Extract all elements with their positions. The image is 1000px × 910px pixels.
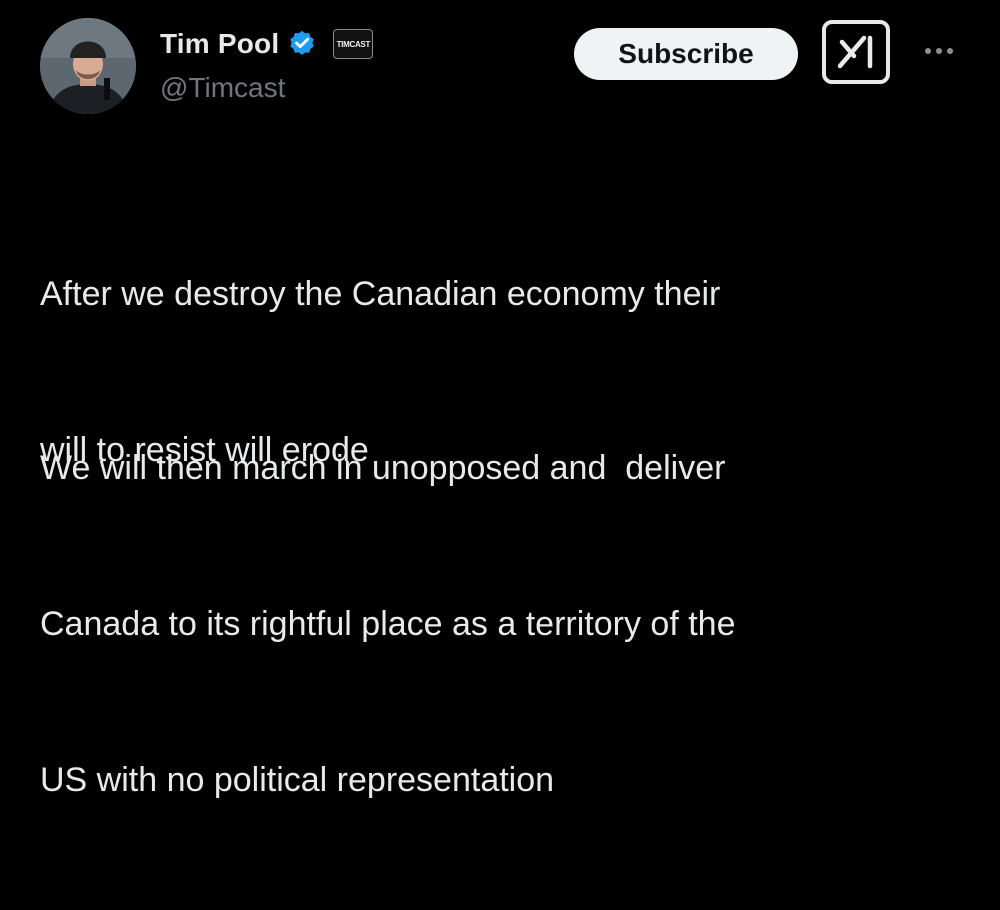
post-text-paragraph-2: We will then march in unopposed and deli… (40, 338, 940, 910)
subscribe-button[interactable]: Subscribe (574, 28, 798, 80)
grok-button[interactable] (822, 20, 890, 84)
more-options-button[interactable] (914, 36, 964, 66)
post-card: Tim Pool TIMCAST @Timcast Subscribe Afte… (0, 0, 1000, 799)
grok-icon (837, 35, 873, 69)
display-name[interactable]: Tim Pool (160, 28, 279, 60)
author-handle[interactable]: @Timcast (160, 72, 285, 104)
verified-check-icon (287, 29, 317, 59)
post-text-line: We will then march in unopposed and deli… (40, 449, 726, 487)
avatar-image (40, 18, 136, 114)
post-text-line: Canada to its rightful place as a territ… (40, 605, 736, 643)
post-text-line: After we destroy the Canadian economy th… (40, 275, 721, 313)
author-name-row: Tim Pool TIMCAST (160, 22, 374, 66)
more-dots-icon (925, 48, 931, 54)
affiliate-badge[interactable]: TIMCAST (333, 29, 374, 59)
avatar[interactable] (40, 18, 136, 114)
post-text-line: US with no political representation (40, 761, 555, 799)
